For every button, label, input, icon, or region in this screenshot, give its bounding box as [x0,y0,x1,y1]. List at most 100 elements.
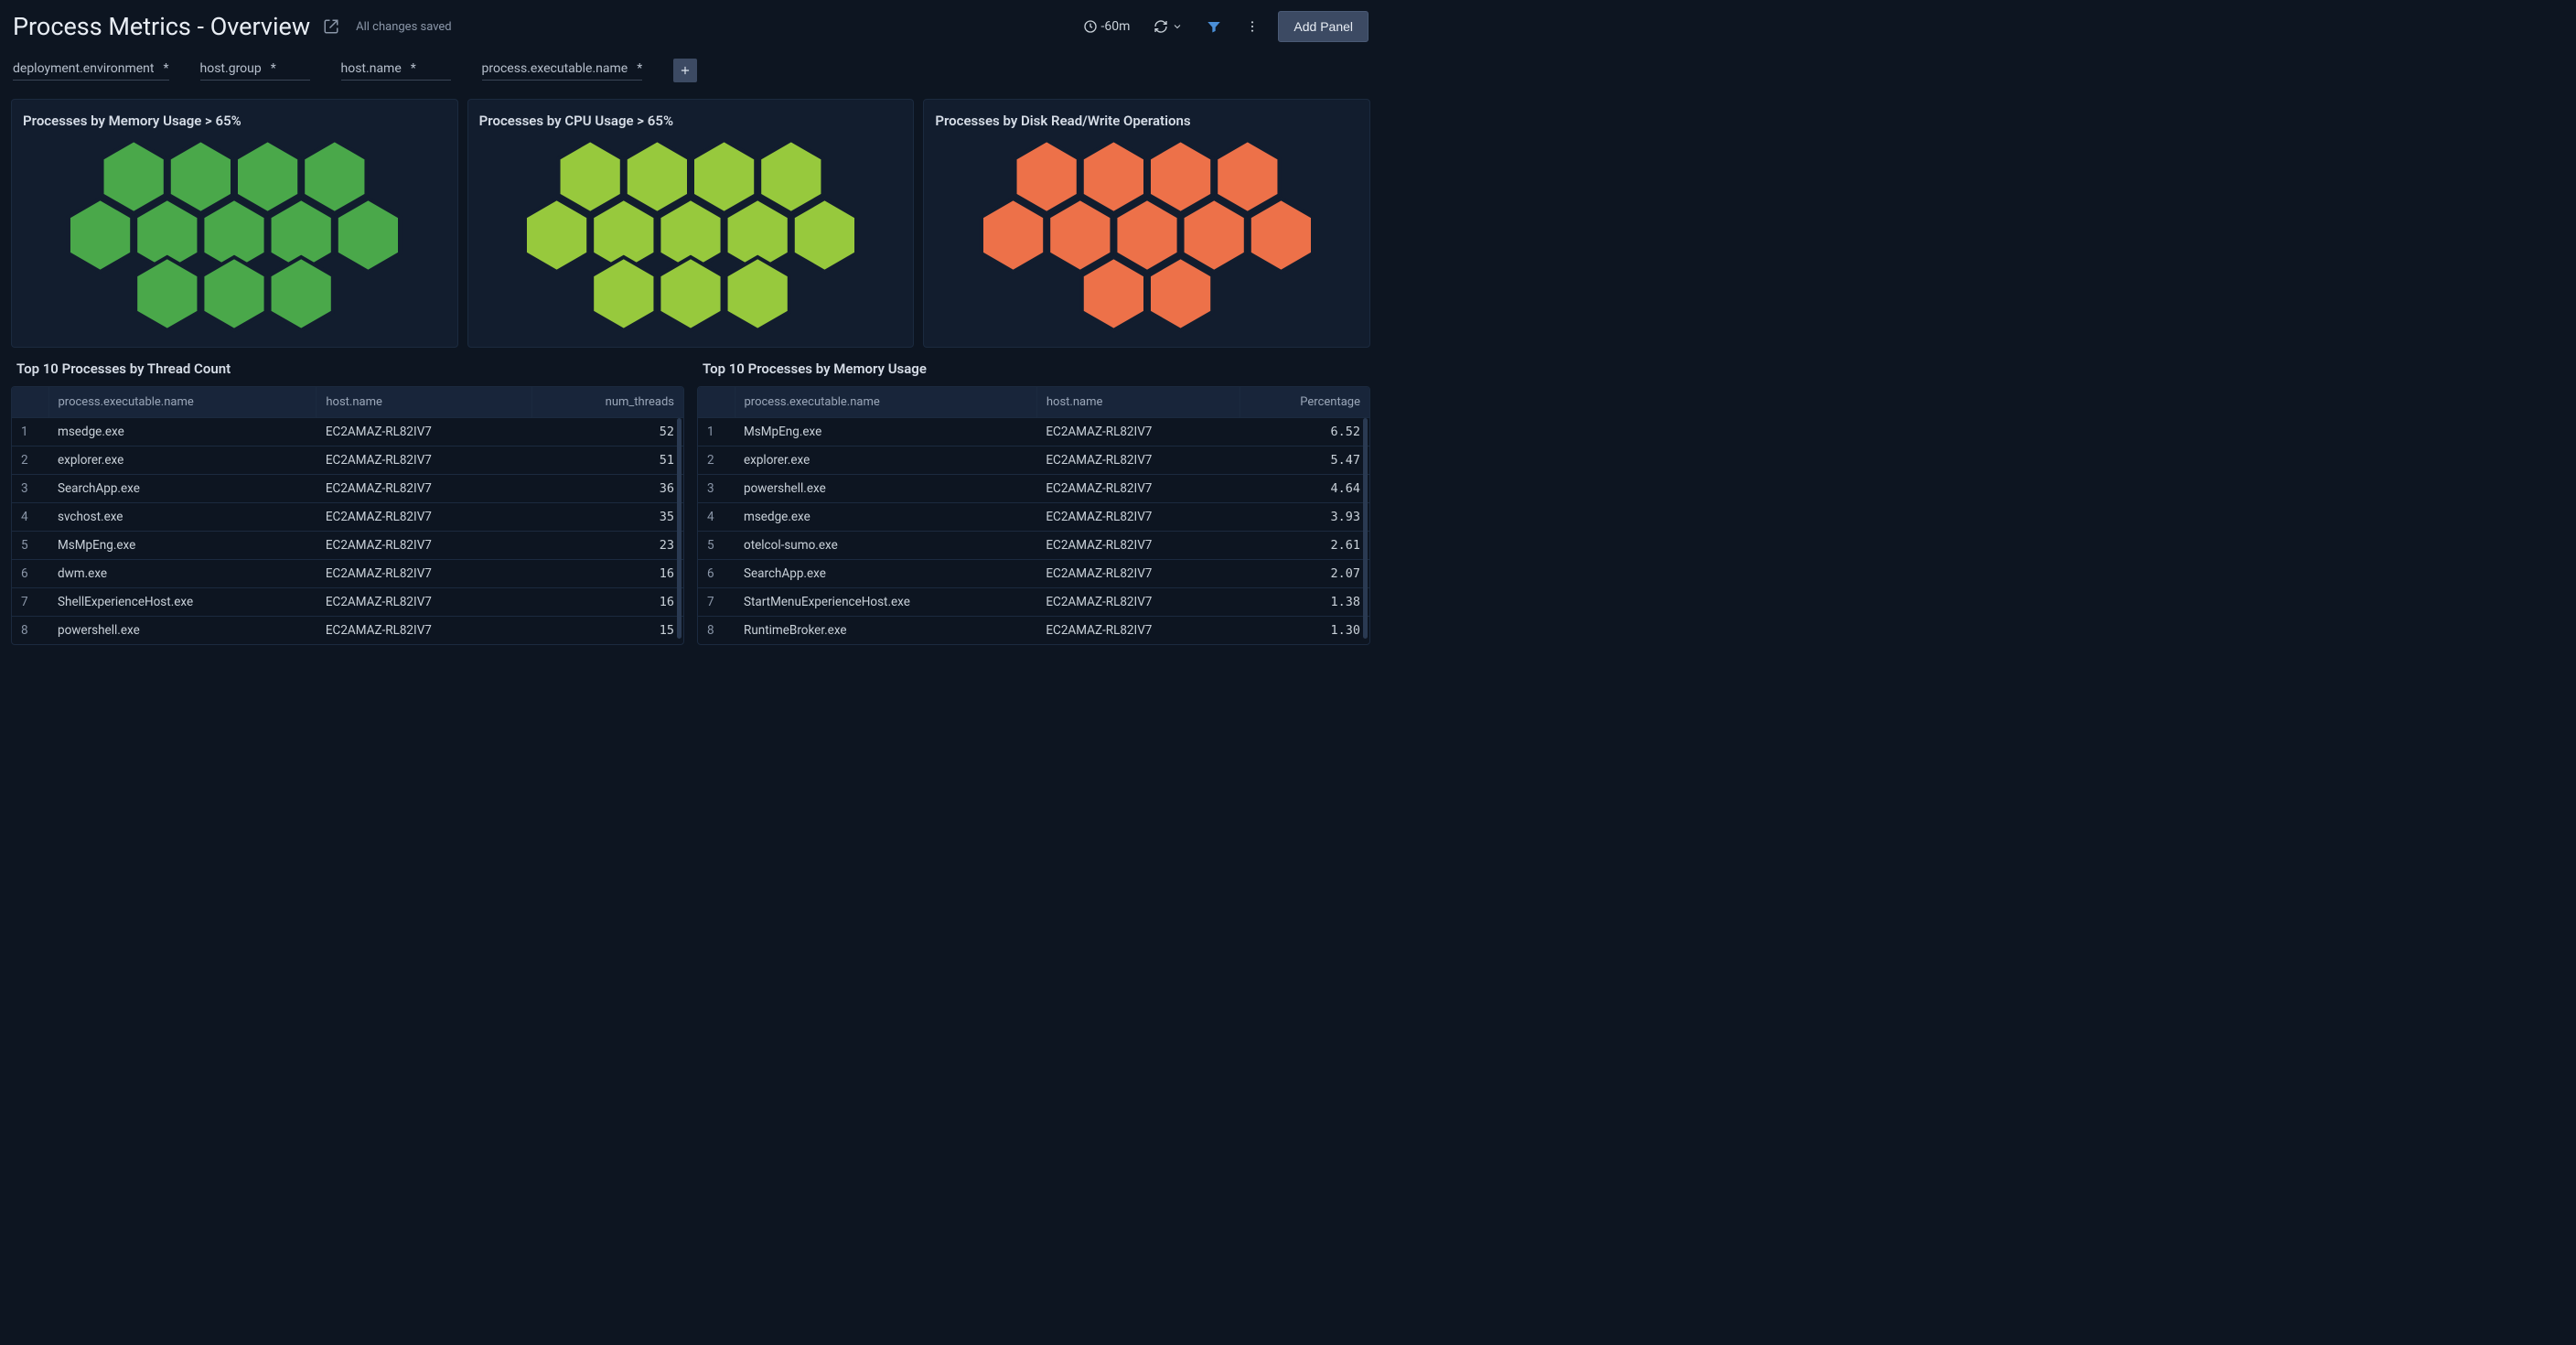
table-row[interactable]: 8RuntimeBroker.exeEC2AMAZ-RL82IV71.30 [698,617,1369,645]
funnel-icon [1207,19,1221,34]
cell-process: msedge.exe [735,503,1036,532]
hex-cell[interactable] [270,257,333,330]
filter-host-group[interactable]: host.group* [200,61,310,81]
hex-cell[interactable] [759,140,822,213]
hex-cell[interactable] [982,199,1045,272]
time-range-picker[interactable]: -60m [1078,16,1136,38]
hex-cell[interactable] [1014,140,1078,213]
table-row[interactable]: 1MsMpEng.exeEC2AMAZ-RL82IV76.52 [698,418,1369,447]
filter-value: * [411,61,416,76]
hex-cell[interactable] [559,140,622,213]
hex-cell[interactable] [659,257,722,330]
more-menu-button[interactable] [1240,16,1265,38]
col-value[interactable]: num_threads [531,387,683,418]
table-row[interactable]: 4svchost.exeEC2AMAZ-RL82IV735 [12,503,683,532]
cell-value: 36 [531,475,683,503]
cell-host: EC2AMAZ-RL82IV7 [317,475,531,503]
hex-cell[interactable] [102,140,166,213]
share-icon[interactable] [323,18,339,35]
hex-cell[interactable] [1081,257,1144,330]
hex-cell[interactable] [1182,199,1245,272]
hex-cell[interactable] [69,199,132,272]
hex-cell[interactable] [1149,257,1212,330]
table-row[interactable]: 6dwm.exeEC2AMAZ-RL82IV716 [12,560,683,588]
honeycomb-panel: Processes by Memory Usage > 65% [11,99,458,348]
honeycomb-chart[interactable] [23,140,446,338]
chevron-down-icon [1172,21,1183,32]
table-title: Top 10 Processes by Memory Usage [703,360,1370,377]
table-row[interactable]: 2explorer.exeEC2AMAZ-RL82IV751 [12,447,683,475]
scrollbar[interactable] [677,418,682,639]
tables-row: Top 10 Processes by Thread Count process… [0,357,1381,654]
scrollbar[interactable] [1363,418,1368,639]
hex-cell[interactable] [337,199,400,272]
cell-process: dwm.exe [48,560,317,588]
cell-process: RuntimeBroker.exe [735,617,1036,645]
table-row[interactable]: 4msedge.exeEC2AMAZ-RL82IV73.93 [698,503,1369,532]
filter-process-executable-name[interactable]: process.executable.name* [482,61,643,81]
refresh-button[interactable] [1148,16,1188,38]
row-index: 7 [698,588,735,617]
table-row[interactable]: 2explorer.exeEC2AMAZ-RL82IV75.47 [698,447,1369,475]
hex-cell[interactable] [203,257,266,330]
hex-cell[interactable] [1048,199,1111,272]
hex-cell[interactable] [304,140,367,213]
table-memory: Top 10 Processes by Memory Usage process… [697,357,1370,645]
hex-cell[interactable] [793,199,856,272]
cell-value: 1.30 [1240,617,1369,645]
table-row[interactable]: 3powershell.exeEC2AMAZ-RL82IV74.64 [698,475,1369,503]
filter-deployment-environment[interactable]: deployment.environment* [13,61,169,81]
hex-cell[interactable] [525,199,588,272]
table-title: Top 10 Processes by Thread Count [16,360,684,377]
hex-cell[interactable] [1149,140,1212,213]
col-process[interactable]: process.executable.name [48,387,317,418]
hex-cell[interactable] [136,257,199,330]
table-row[interactable]: 7ShellExperienceHost.exeEC2AMAZ-RL82IV71… [12,588,683,617]
cell-host: EC2AMAZ-RL82IV7 [1036,447,1240,475]
table-row[interactable]: 3SearchApp.exeEC2AMAZ-RL82IV736 [12,475,683,503]
table-row[interactable]: 5otelcol-sumo.exeEC2AMAZ-RL82IV72.61 [698,532,1369,560]
save-status: All changes saved [356,20,452,34]
table-row[interactable]: 6SearchApp.exeEC2AMAZ-RL82IV72.07 [698,560,1369,588]
col-process[interactable]: process.executable.name [735,387,1036,418]
row-index: 5 [12,532,48,560]
table-row[interactable]: 8powershell.exeEC2AMAZ-RL82IV715 [12,617,683,645]
cell-process: SearchApp.exe [48,475,317,503]
col-index[interactable] [12,387,48,418]
hex-cell[interactable] [592,257,655,330]
filter-button[interactable] [1201,16,1227,38]
hex-cell[interactable] [1216,140,1279,213]
row-index: 6 [698,560,735,588]
table-row[interactable]: 5MsMpEng.exeEC2AMAZ-RL82IV723 [12,532,683,560]
add-filter-button[interactable] [673,59,697,82]
hex-cell[interactable] [236,140,299,213]
filter-label: host.group [200,61,262,76]
hex-cell[interactable] [1081,140,1144,213]
table-row[interactable]: 1msedge.exeEC2AMAZ-RL82IV752 [12,418,683,447]
hex-cell[interactable] [692,140,756,213]
col-value[interactable]: Percentage [1240,387,1369,418]
honeycomb-chart[interactable] [935,140,1358,338]
cell-host: EC2AMAZ-RL82IV7 [317,617,531,645]
col-host[interactable]: host.name [1036,387,1240,418]
row-index: 4 [12,503,48,532]
col-host[interactable]: host.name [317,387,531,418]
filter-value: * [637,61,642,76]
cell-process: powershell.exe [48,617,317,645]
hex-cell[interactable] [169,140,232,213]
cell-value: 4.64 [1240,475,1369,503]
hex-cell[interactable] [626,140,689,213]
memory-table: process.executable.name host.name Percen… [698,387,1369,644]
honeycomb-chart[interactable] [479,140,903,338]
hex-cell[interactable] [1115,199,1178,272]
cell-value: 1.38 [1240,588,1369,617]
table-row[interactable]: 7StartMenuExperienceHost.exeEC2AMAZ-RL82… [698,588,1369,617]
col-index[interactable] [698,387,735,418]
row-index: 6 [12,560,48,588]
hex-cell[interactable] [726,257,789,330]
topbar: Process Metrics - Overview All changes s… [0,0,1381,49]
filter-host-name[interactable]: host.name* [341,61,451,81]
hex-cell[interactable] [1249,199,1312,272]
cell-value: 16 [531,560,683,588]
add-panel-button[interactable]: Add Panel [1278,11,1368,42]
